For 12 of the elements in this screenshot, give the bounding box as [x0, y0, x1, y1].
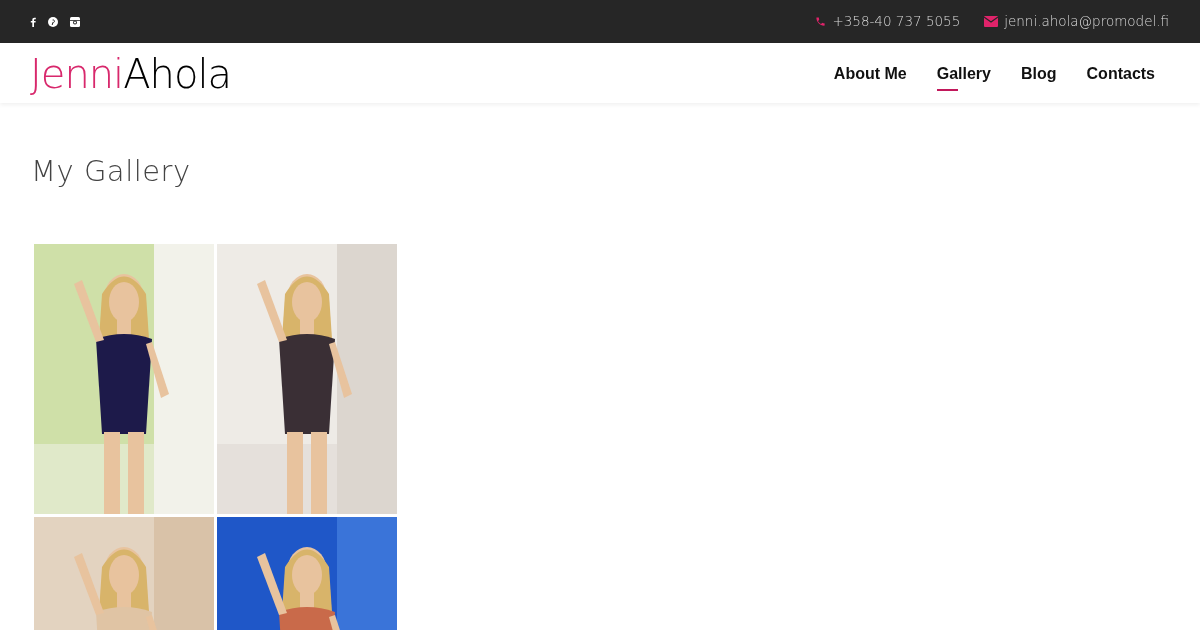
- email-link[interactable]: jenni.ahola@promodel.fi: [1004, 11, 1169, 32]
- phone-icon: [815, 16, 827, 27]
- site-logo[interactable]: JenniAhola: [30, 54, 232, 94]
- nav-link[interactable]: About Me: [833, 55, 907, 91]
- nav-link[interactable]: Contacts: [1086, 55, 1155, 91]
- nav-link[interactable]: Blog: [1021, 55, 1057, 91]
- phone-number[interactable]: +358-40 737 5055: [832, 11, 961, 32]
- instagram-icon[interactable]: [70, 16, 80, 27]
- envelope-icon: [984, 16, 999, 27]
- facebook-icon[interactable]: [30, 16, 36, 27]
- page-title: My Gallery: [31, 153, 192, 190]
- nav-link[interactable]: Gallery: [936, 55, 991, 91]
